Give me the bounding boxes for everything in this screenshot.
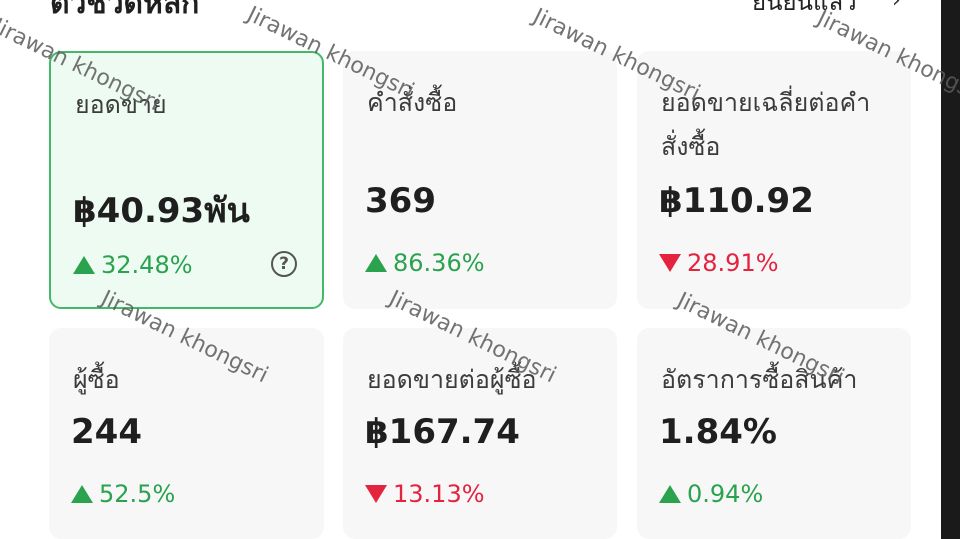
metric-label: ยอดขาย xyxy=(75,90,167,119)
help-icon[interactable]: ? xyxy=(271,251,297,277)
metric-change-value: 52.5% xyxy=(99,480,176,508)
metric-change: 13.13% xyxy=(365,480,485,508)
metric-change-value: 86.36% xyxy=(393,249,485,277)
metric-value: ฿110.92 xyxy=(659,181,814,221)
metric-label: ยอดขายเฉลี่ยต่อคำสั่งซื้อ xyxy=(661,88,871,161)
arrow-down-icon xyxy=(659,254,681,272)
metric-card-avg-order-value[interactable]: ยอดขายเฉลี่ยต่อคำสั่งซื้อ ฿110.92 28.91% xyxy=(637,51,911,309)
metric-change-value: 28.91% xyxy=(687,249,779,277)
metric-change: 32.48% xyxy=(73,251,193,279)
arrow-up-icon xyxy=(365,254,387,272)
scrollbar[interactable] xyxy=(941,0,960,539)
section-title: ตัวชี้วัดหลัก xyxy=(50,0,200,21)
metric-label: ยอดขายต่อผู้ซื้อ xyxy=(367,365,537,394)
metric-value: ฿167.74 xyxy=(365,412,520,452)
metric-value: 244 xyxy=(71,412,142,452)
confirmed-link[interactable]: ยืนยันแล้ว xyxy=(752,0,857,21)
metric-label: อัตราการซื้อสินค้า xyxy=(661,365,858,394)
metric-change-value: 0.94% xyxy=(687,480,764,508)
metric-change: 52.5% xyxy=(71,480,175,508)
arrow-up-icon xyxy=(659,485,681,503)
arrow-up-icon xyxy=(71,485,93,503)
metric-label: ผู้ซื้อ xyxy=(73,365,120,394)
metric-card-sales[interactable]: ยอดขาย ฿40.93พัน 32.48% ? xyxy=(49,51,324,309)
arrow-up-icon xyxy=(73,256,95,274)
metric-value: 1.84% xyxy=(659,412,777,452)
arrow-down-icon xyxy=(365,485,387,503)
metric-change-value: 13.13% xyxy=(393,480,485,508)
metric-card-buyers[interactable]: ผู้ซื้อ 244 52.5% xyxy=(49,328,324,539)
metric-value: 369 xyxy=(365,181,436,221)
metric-card-orders[interactable]: คำสั่งซื้อ 369 86.36% xyxy=(343,51,617,309)
metric-change: 28.91% xyxy=(659,249,779,277)
metric-change: 0.94% xyxy=(659,480,763,508)
metric-change-value: 32.48% xyxy=(101,251,193,279)
metric-card-sales-per-buyer[interactable]: ยอดขายต่อผู้ซื้อ ฿167.74 13.13% xyxy=(343,328,617,539)
metric-value: ฿40.93พัน xyxy=(73,191,250,231)
metric-change: 86.36% xyxy=(365,249,485,277)
chevron-right-icon[interactable]: › xyxy=(892,0,901,13)
metric-label: คำสั่งซื้อ xyxy=(367,88,458,117)
metric-card-conversion-rate[interactable]: อัตราการซื้อสินค้า 1.84% 0.94% xyxy=(637,328,911,539)
